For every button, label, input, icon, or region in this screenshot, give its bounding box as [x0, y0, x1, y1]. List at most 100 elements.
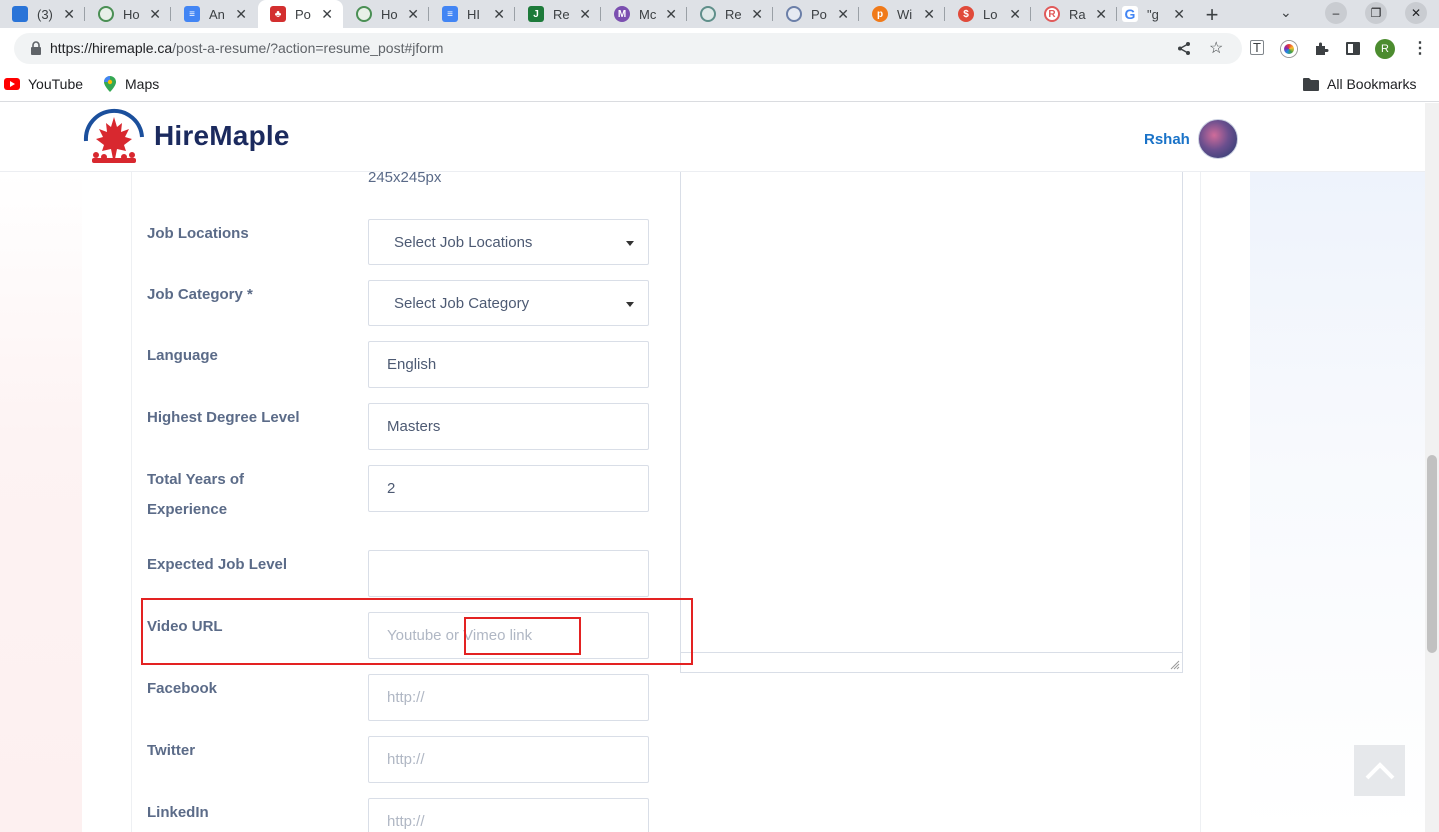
new-tab-button[interactable]: +	[1200, 2, 1224, 28]
user-name[interactable]: Rshah	[1144, 131, 1190, 148]
bluebox-icon	[12, 6, 28, 22]
color-extension-icon[interactable]	[1281, 41, 1297, 57]
maps-icon	[104, 76, 116, 92]
close-window-icon[interactable]: ✕	[1405, 2, 1427, 24]
docs-icon: ≡	[184, 6, 200, 22]
lock-icon[interactable]	[31, 41, 41, 55]
browser-tab[interactable]: ≡ An ✕	[172, 0, 257, 28]
facebook-label: Facebook	[147, 680, 218, 697]
tab-search-icon[interactable]: ⌄	[1280, 4, 1292, 21]
extensions-puzzle-icon[interactable]	[1313, 41, 1329, 57]
description-editor[interactable]	[680, 172, 1183, 673]
close-icon[interactable]: ✕	[149, 6, 161, 23]
twitter-placeholder: http://	[387, 751, 425, 768]
linkedin-placeholder: http://	[387, 813, 425, 830]
experience-input[interactable]: 2	[368, 465, 649, 512]
user-menu[interactable]: Rshah	[1144, 119, 1238, 159]
close-icon[interactable]: ✕	[923, 6, 935, 23]
bookmark-maps[interactable]: Maps	[103, 76, 159, 92]
job-locations-value: Select Job Locations	[394, 233, 533, 251]
tab-title: (3)	[37, 6, 53, 22]
profile-avatar[interactable]: R	[1375, 39, 1395, 59]
browser-tab[interactable]: p Wi ✕	[860, 0, 945, 28]
menu-kebab-icon[interactable]: ⋮	[1412, 40, 1428, 58]
translate-icon[interactable]: T	[1250, 40, 1264, 55]
browser-tab[interactable]: Ho ✕	[344, 0, 429, 28]
url-text[interactable]: https://hiremaple.ca/post-a-resume/?acti…	[50, 40, 443, 56]
browser-toolbar: https://hiremaple.ca/post-a-resume/?acti…	[0, 28, 1439, 69]
photo-size-note: 245x245px	[368, 169, 442, 186]
language-label: Language	[147, 347, 218, 364]
side-panel-icon[interactable]	[1346, 42, 1360, 55]
close-icon[interactable]: ✕	[579, 6, 591, 23]
bookmark-youtube[interactable]: YouTube	[4, 76, 83, 92]
close-icon[interactable]: ✕	[1095, 6, 1107, 23]
site-header: HireMaple Rshah	[0, 103, 1425, 172]
job-locations-select[interactable]: Select Job Locations	[368, 219, 649, 265]
tab-title: Po	[811, 6, 827, 22]
language-value: English	[387, 356, 437, 373]
p-icon: p	[872, 6, 888, 22]
gear-icon	[786, 6, 802, 22]
twitter-input[interactable]: http://	[368, 736, 649, 783]
linkedin-input[interactable]: http://	[368, 798, 649, 832]
browser-tab[interactable]: J Re ✕	[516, 0, 601, 28]
bookmark-label: YouTube	[28, 76, 84, 92]
browser-tab-active[interactable]: ♣ Po ✕	[258, 0, 343, 28]
minimize-icon[interactable]: –	[1325, 2, 1347, 24]
tab-title: "g	[1147, 6, 1159, 22]
web-page: HireMaple Rshah 245x245px Job Locations …	[0, 103, 1425, 832]
google-icon: G	[1122, 6, 1138, 22]
chrome-icon	[98, 6, 114, 22]
close-icon[interactable]: ✕	[321, 6, 333, 23]
browser-tab[interactable]: $ Lo ✕	[946, 0, 1031, 28]
job-category-select[interactable]: Select Job Category	[368, 280, 649, 326]
star-icon[interactable]: ☆	[1209, 40, 1223, 58]
tab-title: Ho	[381, 6, 398, 22]
degree-level-input[interactable]: Masters	[368, 403, 649, 450]
all-bookmarks-button[interactable]: All Bookmarks	[1303, 76, 1416, 92]
browser-tab[interactable]: M Mc ✕	[602, 0, 687, 28]
restore-icon[interactable]: ❐	[1365, 2, 1387, 24]
browser-tab[interactable]: G "g ✕	[1110, 0, 1195, 28]
close-icon[interactable]: ✕	[63, 6, 75, 23]
page-background-left	[0, 172, 82, 832]
address-bar[interactable]: https://hiremaple.ca/post-a-resume/?acti…	[14, 33, 1242, 64]
browser-tab[interactable]: Po ✕	[774, 0, 859, 28]
tab-title: Ho	[123, 6, 140, 22]
highlight-box-video-url-placeholder	[464, 617, 581, 655]
close-icon[interactable]: ✕	[837, 6, 849, 23]
close-icon[interactable]: ✕	[407, 6, 419, 23]
browser-tab[interactable]: (3) ✕	[0, 0, 85, 28]
expected-job-level-input[interactable]	[368, 550, 649, 597]
browser-tab[interactable]: R Ra ✕	[1032, 0, 1117, 28]
site-logo[interactable]: HireMaple	[82, 107, 290, 165]
browser-tab[interactable]: Re ✕	[688, 0, 773, 28]
browser-tab[interactable]: Ho ✕	[86, 0, 171, 28]
logo-text: HireMaple	[154, 120, 290, 151]
share-icon[interactable]	[1177, 41, 1192, 56]
close-icon[interactable]: ✕	[751, 6, 763, 23]
maple-leaf-logo-icon	[83, 109, 144, 163]
s-icon: $	[958, 6, 974, 22]
user-avatar[interactable]	[1197, 119, 1238, 159]
close-icon[interactable]: ✕	[1009, 6, 1021, 23]
r-icon: R	[1044, 6, 1060, 22]
tab-title: Ra	[1069, 6, 1086, 22]
close-icon[interactable]: ✕	[235, 6, 247, 23]
close-icon[interactable]: ✕	[493, 6, 505, 23]
expected-job-level-label: Expected Job Level	[147, 556, 288, 573]
linkedin-label: LinkedIn	[147, 804, 209, 821]
facebook-input[interactable]: http://	[368, 674, 649, 721]
close-icon[interactable]: ✕	[665, 6, 677, 23]
twitter-label: Twitter	[147, 742, 196, 759]
page-scrollbar[interactable]	[1425, 103, 1439, 832]
scrollbar-thumb[interactable]	[1427, 455, 1437, 653]
scroll-to-top-button[interactable]	[1354, 745, 1405, 796]
language-input[interactable]: English	[368, 341, 649, 388]
resize-handle-icon[interactable]	[1170, 660, 1180, 670]
gear-icon	[700, 6, 716, 22]
chevron-down-icon	[626, 241, 634, 246]
close-icon[interactable]: ✕	[1173, 6, 1185, 23]
browser-tab[interactable]: ≡ HI ✕	[430, 0, 515, 28]
